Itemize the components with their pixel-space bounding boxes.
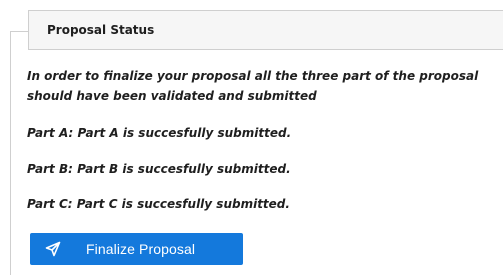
- send-icon: [45, 241, 61, 257]
- finalize-proposal-button[interactable]: Finalize Proposal: [30, 233, 243, 265]
- part-c-status: Part C: Part C is succesfully submitted.: [27, 197, 290, 211]
- panel-title-bar: Proposal Status: [28, 10, 503, 50]
- intro-text: In order to finalize your proposal all t…: [27, 69, 479, 103]
- part-b-status: Part B: Part B is succesfully submitted.: [27, 162, 291, 176]
- panel-title: Proposal Status: [47, 23, 155, 37]
- finalize-proposal-label: Finalize Proposal: [86, 241, 196, 257]
- part-a-status: Part A: Part A is succesfully submitted.: [27, 126, 292, 140]
- status-description: In order to finalize your proposal all t…: [27, 66, 503, 106]
